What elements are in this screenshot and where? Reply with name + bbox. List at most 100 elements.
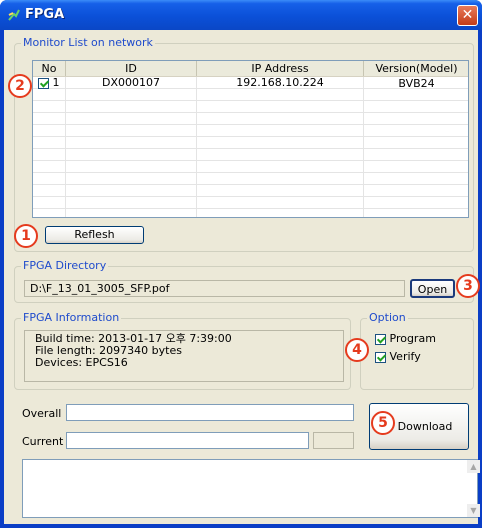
empty-table-row — [33, 185, 468, 197]
empty-cell — [364, 161, 468, 173]
annotation-badge-4: 4 — [345, 338, 369, 362]
column-header-ip[interactable]: IP Address — [197, 61, 364, 76]
empty-cell — [364, 209, 468, 217]
row-no-cell: 1 — [33, 77, 66, 89]
overall-label: Overall — [22, 407, 62, 420]
list-header: No ID IP Address Version(Model) — [33, 61, 468, 77]
empty-table-row — [33, 209, 468, 217]
title-bar[interactable]: FPGA ✕ — [0, 0, 482, 30]
empty-cell — [33, 137, 66, 149]
empty-cell — [66, 209, 197, 217]
empty-table-row — [33, 197, 468, 209]
empty-cell — [364, 89, 468, 101]
row-no: 1 — [52, 76, 60, 89]
monitor-list[interactable]: No ID IP Address Version(Model) 1 DX0001… — [32, 60, 469, 218]
window-title: FPGA — [25, 7, 65, 22]
empty-cell — [66, 113, 197, 125]
empty-cell — [66, 161, 197, 173]
empty-cell — [197, 161, 364, 173]
empty-cell — [197, 113, 364, 125]
fpga-window: FPGA ✕ Monitor List on network No ID IP … — [0, 0, 482, 528]
app-icon — [8, 9, 20, 21]
verify-checkbox[interactable] — [375, 351, 386, 363]
column-header-id[interactable]: ID — [66, 61, 197, 76]
annotation-badge-1: 1 — [14, 224, 38, 248]
empty-cell — [197, 197, 364, 209]
annotation-badge-5: 5 — [371, 411, 395, 435]
option-legend: Option — [367, 311, 408, 324]
row-version: BVB24 — [364, 77, 468, 90]
log-scroll-down-icon[interactable]: ▼ — [467, 504, 480, 517]
close-button[interactable]: ✕ — [457, 5, 478, 26]
empty-cell — [364, 185, 468, 197]
empty-cell — [197, 173, 364, 185]
column-header-version[interactable]: Version(Model) — [364, 61, 468, 76]
empty-table-row — [33, 137, 468, 149]
empty-cell — [197, 209, 364, 217]
monitor-list-legend: Monitor List on network — [21, 36, 155, 49]
current-progress-bar — [66, 432, 309, 449]
empty-cell — [33, 209, 66, 217]
empty-table-row — [33, 89, 468, 101]
empty-table-row — [33, 125, 468, 137]
current-percent-box — [313, 432, 354, 449]
empty-table-row — [33, 161, 468, 173]
current-label: Current — [22, 435, 64, 448]
dialog-body: Monitor List on network No ID IP Address… — [4, 30, 480, 524]
empty-cell — [197, 125, 364, 137]
program-option[interactable]: Program — [375, 332, 436, 345]
empty-cell — [66, 185, 197, 197]
empty-cell — [364, 173, 468, 185]
empty-cell — [33, 113, 66, 125]
open-button[interactable]: Open — [410, 279, 455, 298]
empty-table-row — [33, 149, 468, 161]
row-id: DX000107 — [66, 77, 197, 89]
empty-cell — [33, 89, 66, 101]
info-legend: FPGA Information — [21, 311, 122, 324]
column-header-no[interactable]: No — [33, 61, 66, 76]
empty-cell — [197, 89, 364, 101]
annotation-badge-3: 3 — [456, 274, 480, 298]
info-devices: Devices: EPCS16 — [35, 356, 128, 369]
table-row[interactable]: 1 DX000107 192.168.10.224 BVB24 — [33, 77, 468, 90]
directory-path: D:\F_13_01_3005_SFP.pof — [30, 282, 170, 295]
empty-cell — [197, 101, 364, 113]
annotation-badge-2: 2 — [8, 74, 32, 98]
empty-cell — [197, 185, 364, 197]
log-textarea[interactable] — [22, 459, 478, 518]
empty-cell — [66, 197, 197, 209]
verify-option[interactable]: Verify — [375, 350, 421, 363]
empty-cell — [66, 89, 197, 101]
empty-cell — [364, 101, 468, 113]
empty-cell — [197, 137, 364, 149]
empty-cell — [197, 149, 364, 161]
empty-cell — [33, 197, 66, 209]
verify-label: Verify — [389, 350, 421, 363]
empty-cell — [66, 173, 197, 185]
directory-path-field[interactable]: D:\F_13_01_3005_SFP.pof — [24, 280, 405, 297]
directory-legend: FPGA Directory — [21, 259, 109, 272]
empty-table-row — [33, 101, 468, 113]
row-checkbox[interactable] — [38, 77, 49, 89]
empty-cell — [33, 125, 66, 137]
empty-cell — [33, 185, 66, 197]
empty-cell — [66, 125, 197, 137]
empty-cell — [364, 125, 468, 137]
empty-cell — [66, 149, 197, 161]
empty-cell — [364, 197, 468, 209]
empty-cell — [364, 113, 468, 125]
log-scroll-up-icon[interactable]: ▲ — [467, 460, 480, 473]
row-ip: 192.168.10.224 — [197, 77, 364, 89]
empty-cell — [66, 137, 197, 149]
empty-cell — [364, 137, 468, 149]
empty-cell — [33, 149, 66, 161]
empty-table-row — [33, 113, 468, 125]
empty-cell — [33, 161, 66, 173]
empty-cell — [33, 101, 66, 113]
program-checkbox[interactable] — [375, 333, 386, 345]
empty-cell — [33, 173, 66, 185]
empty-cell — [364, 149, 468, 161]
refresh-button[interactable]: Reflesh — [45, 226, 144, 244]
empty-cell — [66, 101, 197, 113]
overall-progress-bar — [66, 404, 354, 421]
